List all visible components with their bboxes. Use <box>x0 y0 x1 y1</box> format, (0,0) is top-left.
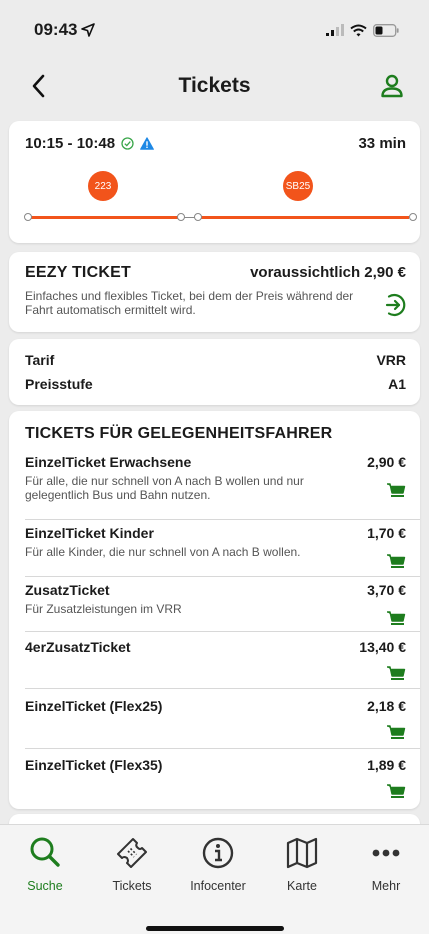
search-icon <box>30 837 60 867</box>
ticket-item[interactable]: EinzelTicket Kinder 1,70 € Für alle Kind… <box>25 525 406 569</box>
status-bar: 09:43 <box>0 0 429 60</box>
clock-text: 09:43 <box>34 20 78 39</box>
section-title: TICKETS FÜR GELEGENHEITSFAHRER <box>25 425 333 442</box>
price-level-label: Preisstufe <box>25 376 93 392</box>
battery-icon <box>373 23 399 37</box>
ticket-icon <box>117 838 147 868</box>
tab-label: Mehr <box>371 879 401 893</box>
tab-map[interactable]: Karte <box>262 833 342 905</box>
line-badge-223: 223 <box>88 171 118 201</box>
ticket-item[interactable]: EinzelTicket Erwachsene 2,90 € Für alle,… <box>25 454 406 512</box>
ticket-price: 2,18 € <box>367 698 406 714</box>
ticket-price: 13,40 € <box>359 639 406 655</box>
check-in-arrow-icon[interactable] <box>382 292 408 318</box>
ticket-description: Für alle Kinder, die nur schnell von A n… <box>25 545 301 559</box>
ticket-name: 4erZusatzTicket <box>25 639 131 655</box>
connection-card[interactable]: 10:15 - 10:48 33 min 223 SB25 <box>9 121 420 243</box>
warning-icon[interactable] <box>140 137 154 150</box>
tariff-card: Tarif VRR Preisstufe A1 <box>9 339 420 405</box>
tab-bar: Suche Tickets Infocenter Karte Mehr <box>0 824 429 934</box>
tab-label: Infocenter <box>190 879 246 893</box>
tariff-row: Tarif VRR <box>25 352 406 368</box>
shopping-cart-icon[interactable] <box>386 665 406 683</box>
ticket-price: 2,90 € <box>367 454 406 470</box>
route-start-dot <box>24 213 32 221</box>
tab-label: Tickets <box>112 879 152 893</box>
location-arrow-icon <box>81 23 96 37</box>
divider <box>25 631 420 632</box>
wifi-icon <box>350 24 367 36</box>
price-level-value: A1 <box>388 376 406 392</box>
ticket-name: EinzelTicket (Flex35) <box>25 757 163 773</box>
ticket-item[interactable]: 4erZusatzTicket 13,40 € <box>25 639 406 683</box>
shopping-cart-icon[interactable] <box>386 482 406 500</box>
tariff-label: Tarif <box>25 352 55 368</box>
divider <box>25 519 420 520</box>
ticket-description: Für Zusatzleistungen im VRR <box>25 602 182 616</box>
price-level-row: Preisstufe A1 <box>25 376 406 392</box>
ticket-price: 3,70 € <box>367 582 406 598</box>
eezy-ticket-price: voraussichtlich 2,90 € <box>250 264 406 281</box>
tab-infocenter[interactable]: Infocenter <box>178 833 258 905</box>
divider <box>25 688 420 689</box>
info-icon <box>202 837 234 869</box>
ticket-name: EinzelTicket Kinder <box>25 525 154 541</box>
tab-tickets[interactable]: Tickets <box>92 833 172 905</box>
ticket-name: ZusatzTicket <box>25 582 110 598</box>
tab-label: Suche <box>27 879 63 893</box>
shopping-cart-icon[interactable] <box>386 553 406 571</box>
ticket-price: 1,70 € <box>367 525 406 541</box>
divider <box>25 576 420 577</box>
route-transfer-dot <box>194 213 202 221</box>
status-icons <box>326 23 399 37</box>
shopping-cart-icon[interactable] <box>386 610 406 628</box>
tab-search[interactable]: Suche <box>5 833 85 905</box>
connection-duration: 33 min <box>358 135 406 152</box>
eezy-ticket-card[interactable]: EEZY TICKET voraussichtlich 2,90 € Einfa… <box>9 252 420 332</box>
cellular-signal-icon <box>326 24 344 36</box>
navigation-bar: Tickets <box>0 60 429 112</box>
ticket-name: EinzelTicket Erwachsene <box>25 454 192 470</box>
tab-more[interactable]: Mehr <box>346 833 426 905</box>
eezy-ticket-title: EEZY TICKET <box>25 264 131 281</box>
ticket-name: EinzelTicket (Flex25) <box>25 698 163 714</box>
map-icon <box>286 837 318 869</box>
check-circle-icon <box>121 137 134 150</box>
divider <box>25 748 420 749</box>
shopping-cart-icon[interactable] <box>386 724 406 742</box>
ticket-description: Für alle, die nur schnell von A nach B w… <box>25 474 304 502</box>
tariff-value: VRR <box>376 352 406 368</box>
route-segment-bus-223 <box>31 216 179 219</box>
ticket-price: 1,89 € <box>367 757 406 773</box>
route-transfer-dot <box>177 213 185 221</box>
line-badge-sb25: SB25 <box>283 171 313 201</box>
home-indicator[interactable] <box>146 926 284 931</box>
ticket-item[interactable]: EinzelTicket (Flex35) 1,89 € <box>25 757 406 801</box>
route-end-dot <box>409 213 417 221</box>
back-chevron-icon[interactable] <box>26 72 54 100</box>
status-time: 09:43 <box>34 20 96 40</box>
route-segment-bus-sb25 <box>199 216 409 219</box>
ticket-item[interactable]: ZusatzTicket 3,70 € Für Zusatzleistungen… <box>25 582 406 626</box>
eezy-ticket-description: Einfaches und flexibles Ticket, bei dem … <box>25 289 354 317</box>
departure-arrival-text: 10:15 - 10:48 <box>25 135 116 152</box>
tab-label: Karte <box>287 879 317 893</box>
user-profile-icon[interactable] <box>377 71 407 101</box>
shopping-cart-icon[interactable] <box>386 783 406 801</box>
ticket-item[interactable]: EinzelTicket (Flex25) 2,18 € <box>25 698 406 742</box>
occasional-tickets-card: TICKETS FÜR GELEGENHEITSFAHRER EinzelTic… <box>9 411 420 809</box>
connection-times: 10:15 - 10:48 <box>25 135 154 152</box>
more-icon <box>372 849 400 857</box>
page-title: Tickets <box>178 74 251 97</box>
